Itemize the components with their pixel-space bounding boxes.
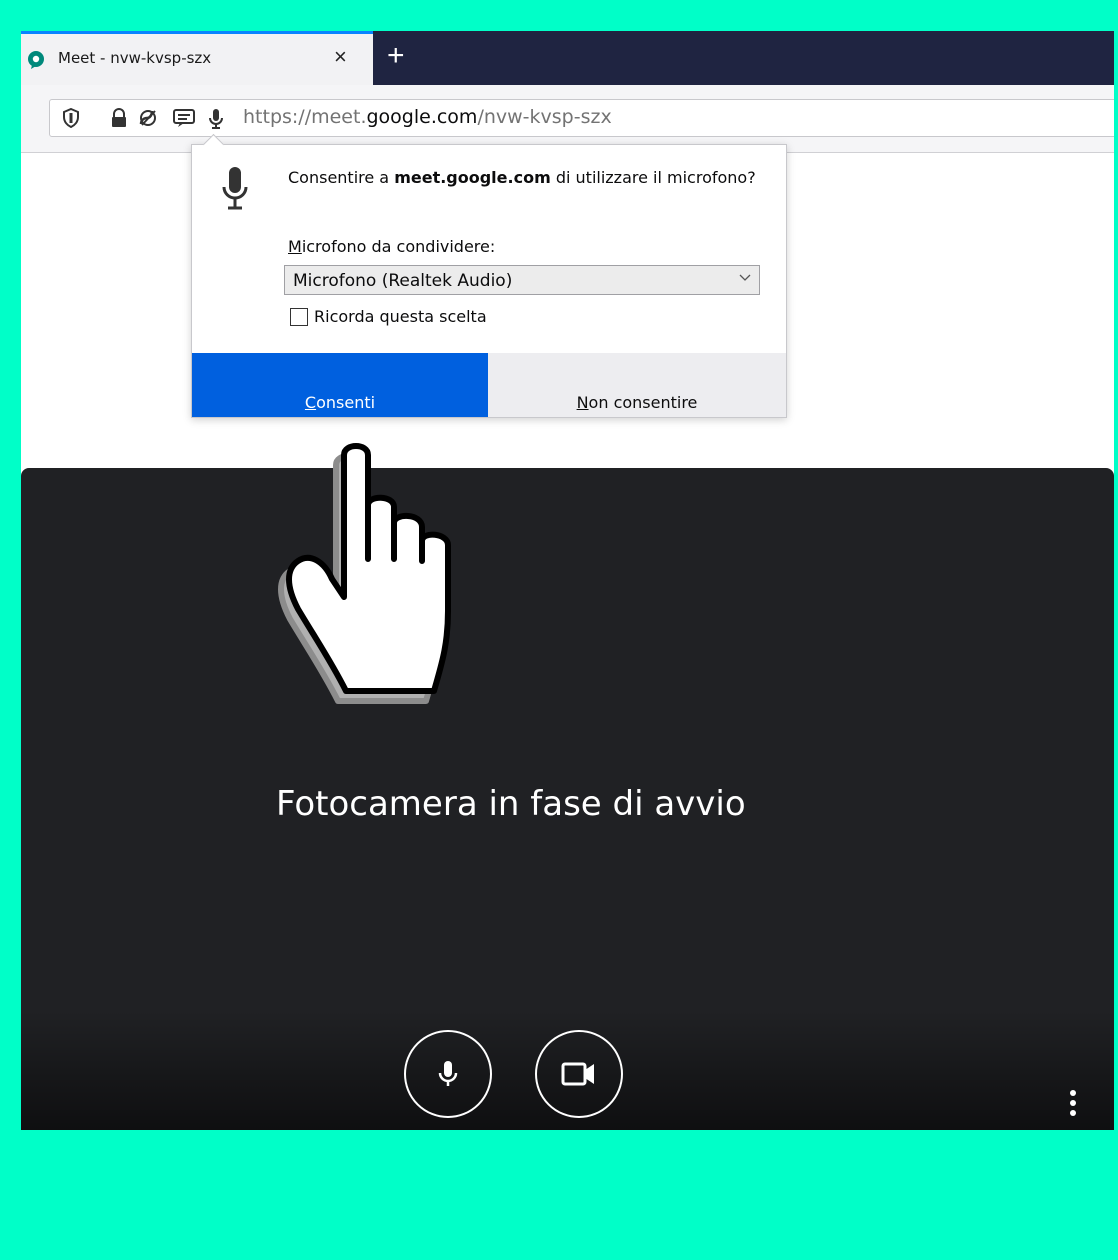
shield-icon[interactable]: [62, 108, 80, 128]
url-prefix: https://meet.: [243, 106, 367, 128]
accesskey-letter: M: [288, 237, 302, 256]
message-suffix: di utilizzare il microfono?: [550, 168, 756, 187]
browser-window: Meet - nvw-kvsp-szx × + https://meet.goo…: [21, 31, 1114, 1130]
accesskey-letter: C: [304, 393, 317, 412]
microphone-select[interactable]: Microfono (Realtek Audio): [284, 265, 760, 295]
permission-popup: Consentire a meet.google.com di utilizza…: [191, 133, 787, 418]
label-rest: icrofono da condividere:: [301, 237, 496, 256]
deny-button[interactable]: Non consentire: [488, 353, 786, 417]
device-dropdown-label: Microfono da condividere:: [288, 237, 495, 256]
microphone-toggle-button[interactable]: [404, 1030, 492, 1118]
tab-strip: Meet - nvw-kvsp-szx × +: [21, 31, 1114, 85]
message-prefix: Consentire a: [288, 168, 395, 187]
tab-meet[interactable]: Meet - nvw-kvsp-szx ×: [21, 31, 373, 85]
navigation-bar: https://meet.google.com/nvw-kvsp-szx: [21, 85, 1114, 153]
meet-icon: [28, 51, 44, 69]
message-site: meet.google.com: [394, 168, 551, 187]
remember-choice-label: Ricorda questa scelta: [314, 307, 487, 326]
url-domain: google.com: [366, 106, 478, 128]
accesskey-letter: N: [576, 393, 589, 412]
allow-button[interactable]: Consenti: [192, 353, 488, 417]
autoplay-blocked-icon[interactable]: [138, 108, 160, 128]
permission-message: Consentire a meet.google.com di utilizza…: [288, 167, 758, 189]
label-rest: on consentire: [588, 393, 698, 412]
allow-label: Consenti: [305, 373, 375, 412]
meet-preview: Fotocamera in fase di avvio: [21, 468, 1114, 1130]
new-tab-button[interactable]: +: [387, 39, 405, 73]
tab-title: Meet - nvw-kvsp-szx: [58, 49, 212, 67]
lock-icon[interactable]: [110, 108, 128, 128]
microphone-icon[interactable]: [208, 108, 224, 130]
hand-pointer-icon: [278, 443, 451, 704]
camera-icon: [561, 1062, 594, 1086]
chevron-down-icon: [739, 274, 751, 281]
notification-icon[interactable]: [172, 108, 196, 128]
close-tab-icon[interactable]: ×: [334, 44, 347, 70]
deny-label: Non consentire: [577, 373, 698, 412]
more-vert-icon[interactable]: [1065, 1088, 1081, 1118]
microphone-icon: [438, 1061, 458, 1086]
camera-toggle-button[interactable]: [535, 1030, 623, 1118]
url-path: /nvw-kvsp-szx: [477, 106, 612, 128]
label-rest: onsenti: [316, 393, 376, 412]
remember-choice-checkbox[interactable]: [290, 308, 308, 326]
camera-status-text: Fotocamera in fase di avvio: [276, 784, 746, 824]
url-text: https://meet.google.com/nvw-kvsp-szx: [243, 106, 612, 128]
url-bar[interactable]: https://meet.google.com/nvw-kvsp-szx: [49, 99, 1114, 137]
selected-device: Microfono (Realtek Audio): [293, 271, 513, 291]
microphone-icon: [222, 167, 248, 210]
